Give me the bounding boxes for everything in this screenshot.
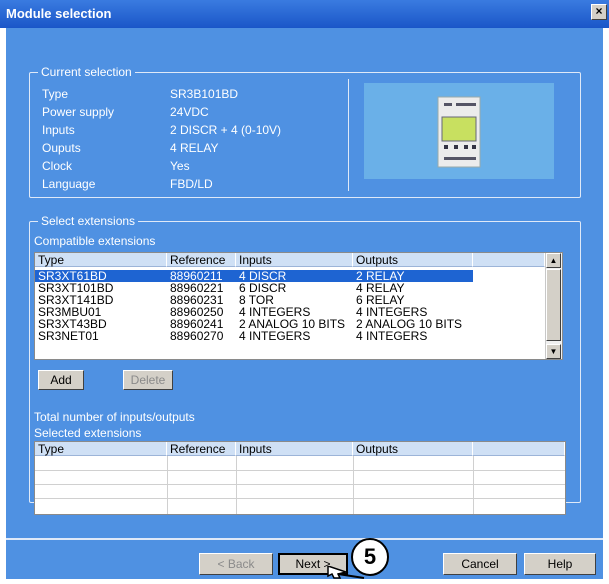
column-header-type[interactable]: Type xyxy=(35,253,167,267)
power-supply-label: Power supply xyxy=(42,105,115,119)
grid-line xyxy=(353,456,354,514)
type-value: SR3B101BD xyxy=(170,87,239,101)
table-scrollbar[interactable]: ▲ ▼ xyxy=(545,253,562,359)
add-button[interactable]: Add xyxy=(38,370,84,390)
outputs-value: 4 RELAY xyxy=(170,141,219,155)
current-selection-group: Current selection Type SR3B101BD Power s… xyxy=(29,65,581,198)
help-button[interactable]: Help xyxy=(524,553,596,575)
module-image xyxy=(364,83,554,179)
inputs-label: Inputs xyxy=(42,123,75,137)
group-divider xyxy=(348,79,349,191)
compatible-extensions-table: Type Reference Inputs Outputs SR3XT61BD … xyxy=(34,252,563,360)
inputs-value: 2 DISCR + 4 (0-10V) xyxy=(170,123,282,137)
back-button[interactable]: < Back xyxy=(199,553,273,575)
power-supply-value: 24VDC xyxy=(170,105,209,119)
type-label: Type xyxy=(42,87,69,101)
column-header-inputs[interactable]: Inputs xyxy=(236,253,353,267)
selected-column-header-outputs[interactable]: Outputs xyxy=(353,442,473,456)
delete-button-label: Delete xyxy=(130,373,166,387)
outputs-label: Ouputs xyxy=(42,141,81,155)
cell-reference: 88960270 xyxy=(170,329,224,343)
help-button-label: Help xyxy=(547,557,573,571)
selected-extensions-label: Selected extensions xyxy=(34,426,142,440)
delete-button[interactable]: Delete xyxy=(123,370,173,390)
selected-column-header-type[interactable]: Type xyxy=(35,442,167,456)
close-icon[interactable]: × xyxy=(591,4,607,20)
scroll-down-icon[interactable]: ▼ xyxy=(546,344,561,359)
cancel-button[interactable]: Cancel xyxy=(443,553,517,575)
clock-label: Clock xyxy=(42,159,73,173)
total-io-label: Total number of inputs/outputs xyxy=(34,410,195,424)
grid-line xyxy=(35,470,565,471)
dialog-body: Current selection Type SR3B101BD Power s… xyxy=(6,28,603,579)
selected-extensions-table: Type Reference Inputs Outputs xyxy=(34,441,566,515)
scroll-up-icon[interactable]: ▲ xyxy=(546,253,561,268)
scroll-thumb[interactable] xyxy=(546,269,561,341)
current-selection-legend: Current selection xyxy=(38,65,135,79)
selected-column-header-reference[interactable]: Reference xyxy=(167,442,236,456)
grid-line xyxy=(35,498,565,499)
grid-line xyxy=(236,456,237,514)
cell-outputs: 4 INTEGERS xyxy=(356,329,428,343)
clock-value: Yes xyxy=(170,159,190,173)
compatible-extensions-label: Compatible extensions xyxy=(34,234,156,248)
column-header-empty xyxy=(473,253,545,267)
add-button-label: Add xyxy=(50,373,72,387)
window-title: Module selection xyxy=(6,6,112,21)
grid-line xyxy=(473,456,474,514)
select-extensions-legend: Select extensions xyxy=(38,214,139,228)
cell-type: SR3NET01 xyxy=(38,329,99,343)
module-device-icon xyxy=(437,96,481,168)
selected-column-header-inputs[interactable]: Inputs xyxy=(236,442,353,456)
table-row[interactable]: SR3NET01 88960270 4 INTEGERS 4 INTEGERS xyxy=(35,330,473,342)
pointer-arrow-icon xyxy=(327,566,365,579)
cancel-button-label: Cancel xyxy=(461,557,499,571)
language-label: Language xyxy=(42,177,96,191)
grid-line xyxy=(167,456,168,514)
grid-line xyxy=(35,484,565,485)
bottom-separator xyxy=(6,538,603,540)
selected-column-header-empty xyxy=(473,442,565,456)
back-button-label: < Back xyxy=(217,557,255,571)
language-value: FBD/LD xyxy=(170,177,213,191)
column-header-outputs[interactable]: Outputs xyxy=(353,253,473,267)
column-header-reference[interactable]: Reference xyxy=(167,253,236,267)
title-bar: Module selection × xyxy=(0,0,609,28)
cell-inputs: 4 INTEGERS xyxy=(239,329,311,343)
